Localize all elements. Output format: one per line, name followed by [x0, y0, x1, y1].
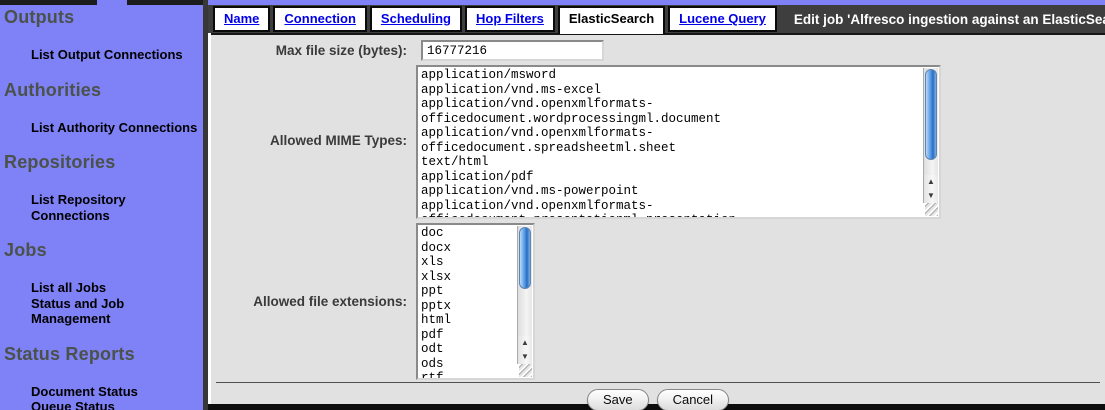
tab-connection[interactable]: Connection — [273, 6, 367, 32]
tab-hop-filters[interactable]: Hop Filters — [465, 6, 555, 32]
top-edge-notch — [97, 0, 127, 5]
extensions-scrollbar-thumb[interactable] — [519, 227, 531, 289]
file-extensions-row: Allowed file extensions: doc docx xls xl… — [211, 223, 1105, 380]
max-file-size-input[interactable] — [421, 40, 604, 61]
sidebar-item-list-output-connections[interactable]: List Output Connections — [31, 47, 203, 63]
scroll-up-icon[interactable]: ▲ — [924, 175, 938, 189]
scroll-down-icon[interactable]: ▼ — [924, 189, 938, 203]
file-extensions-label: Allowed file extensions: — [211, 294, 416, 309]
tab-elasticsearch[interactable]: ElasticSearch — [558, 6, 665, 34]
mime-types-text: application/msword application/vnd.ms-ex… — [418, 67, 939, 217]
scroll-down-icon[interactable]: ▼ — [518, 350, 532, 364]
save-button[interactable]: Save — [587, 389, 649, 410]
tab-lucene-query[interactable]: Lucene Query — [668, 6, 777, 32]
action-buttons: Save Cancel — [211, 383, 1105, 410]
sidebar-nav: Outputs List Output Connections Authorit… — [0, 0, 203, 410]
extensions-scrollbar[interactable]: ▲ ▼ — [517, 226, 532, 364]
sidebar-item-list-all-jobs[interactable]: List all Jobs — [31, 280, 203, 296]
nav-section-repositories: Repositories List Repository Connections — [0, 150, 203, 223]
content-area: Name Connection Scheduling Hop Filters E… — [208, 0, 1105, 410]
nav-title-outputs: Outputs — [0, 5, 203, 28]
max-file-size-row: Max file size (bytes): — [211, 40, 1105, 61]
max-file-size-label: Max file size (bytes): — [211, 43, 416, 58]
tab-scheduling[interactable]: Scheduling — [370, 6, 462, 32]
nav-section-outputs: Outputs List Output Connections — [0, 5, 203, 63]
scroll-up-icon[interactable]: ▲ — [518, 336, 532, 350]
sidebar-item-list-repository-connections[interactable]: List Repository Connections — [31, 192, 203, 223]
sidebar-item-document-status[interactable]: Document Status — [31, 384, 203, 400]
nav-title-status-reports: Status Reports — [0, 342, 203, 365]
tab-name[interactable]: Name — [213, 6, 270, 32]
file-extensions-textarea[interactable]: doc docx xls xlsx ppt pptx html pdf odt … — [416, 223, 535, 380]
nav-title-repositories: Repositories — [0, 150, 203, 173]
mime-types-textarea[interactable]: application/msword application/vnd.ms-ex… — [416, 65, 941, 219]
sidebar-item-list-authority-connections[interactable]: List Authority Connections — [31, 120, 203, 136]
mime-types-label: Allowed MIME Types: — [211, 133, 416, 148]
file-extensions-text: doc docx xls xlsx ppt pptx html pdf odt … — [418, 225, 533, 378]
mime-resize-grip-icon[interactable] — [925, 203, 938, 216]
page-title: Edit job 'Alfresco ingestion against an … — [794, 12, 1105, 27]
nav-title-authorities: Authorities — [0, 78, 203, 101]
nav-section-authorities: Authorities List Authority Connections — [0, 78, 203, 136]
sidebar-item-status-and-job-management[interactable]: Status and Job Management — [31, 296, 203, 327]
tab-bar: Name Connection Scheduling Hop Filters E… — [208, 5, 1105, 33]
top-edge-artifact — [0, 0, 203, 5]
nav-title-jobs: Jobs — [0, 238, 203, 261]
sidebar-item-queue-status[interactable]: Queue Status — [31, 399, 203, 410]
mime-scrollbar-thumb[interactable] — [925, 69, 937, 160]
mime-scrollbar[interactable]: ▲ ▼ — [923, 68, 938, 203]
nav-section-jobs: Jobs List all Jobs Status and Job Manage… — [0, 238, 203, 327]
mime-types-row: Allowed MIME Types: application/msword a… — [211, 61, 1105, 219]
cancel-button[interactable]: Cancel — [657, 389, 729, 410]
extensions-resize-grip-icon[interactable] — [519, 364, 532, 377]
elasticsearch-tab-panel: Max file size (bytes): Allowed MIME Type… — [211, 33, 1105, 404]
nav-section-status-reports: Status Reports Document Status Queue Sta… — [0, 342, 203, 410]
